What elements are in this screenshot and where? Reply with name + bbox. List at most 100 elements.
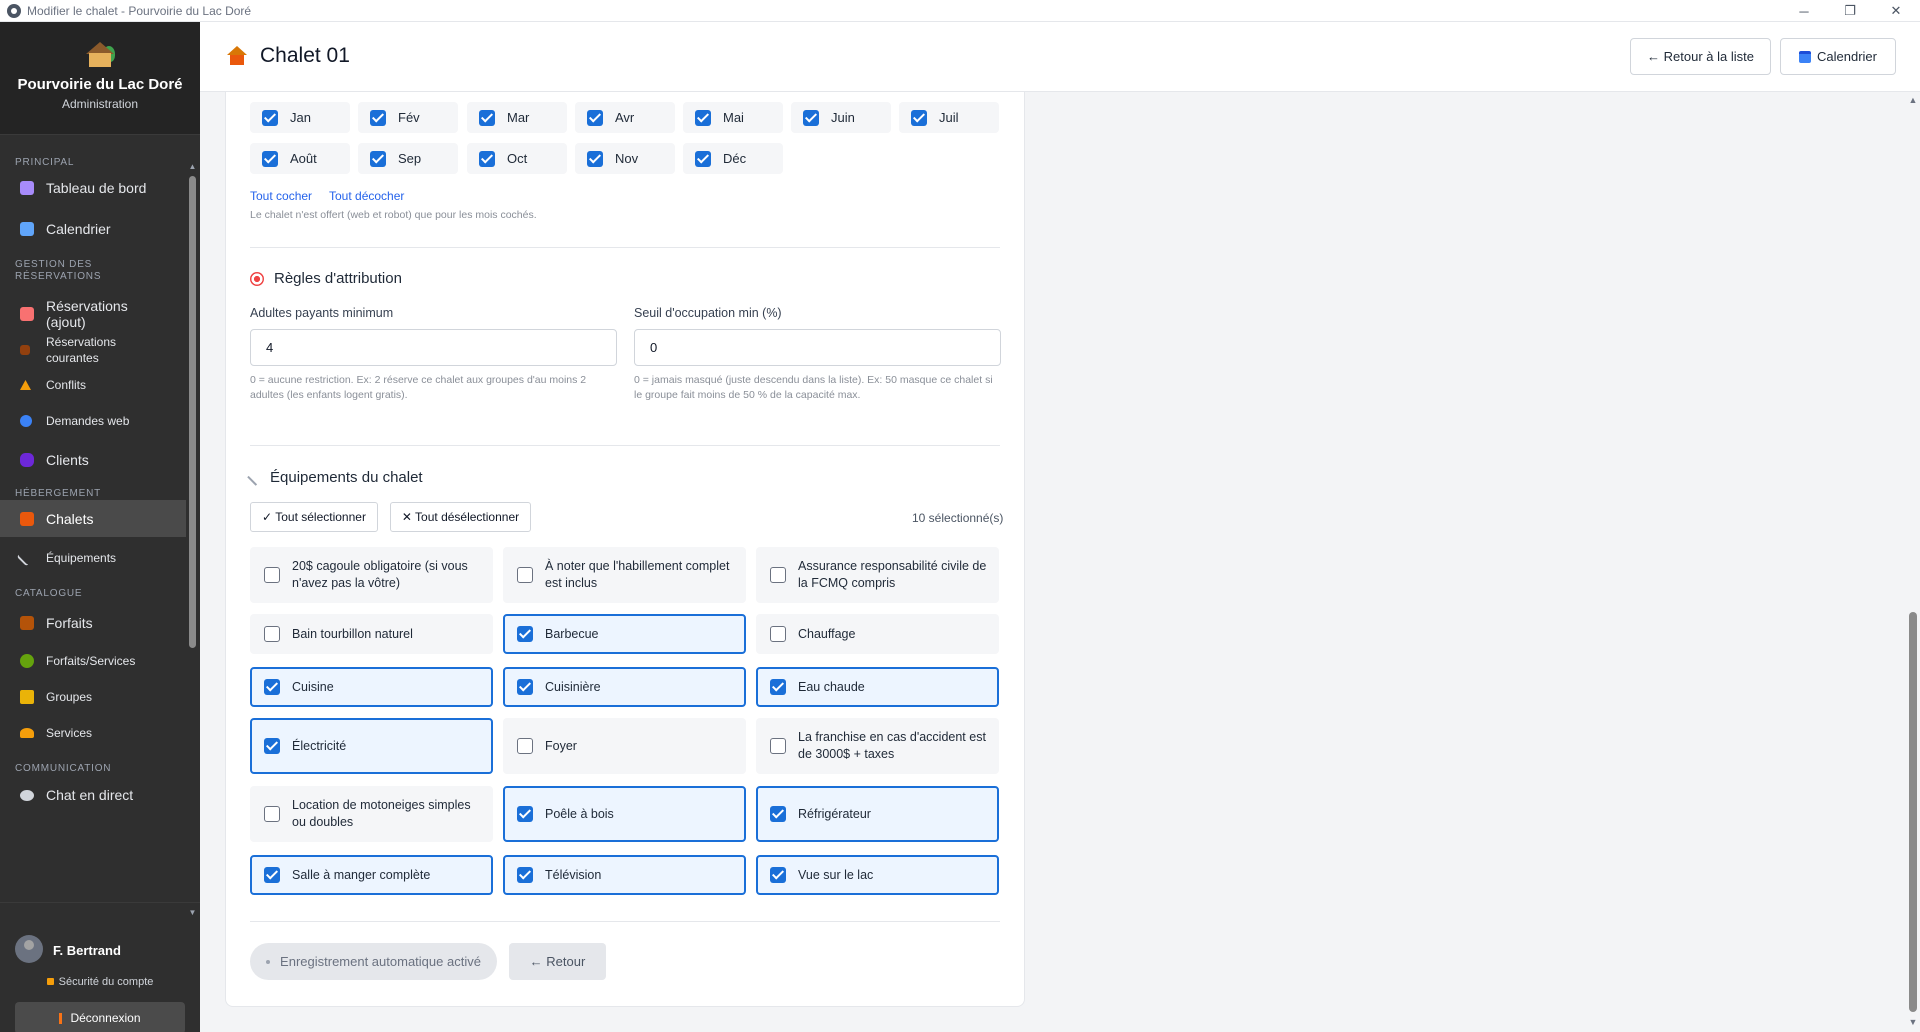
sidebar-item-packages-services[interactable]: Forfaits/Services: [0, 646, 186, 676]
month-checkbox-may[interactable]: Mai: [683, 102, 783, 133]
close-icon[interactable]: ✕: [1873, 0, 1919, 22]
checkbox-checked[interactable]: [262, 109, 278, 126]
equipment-option[interactable]: Électricité: [250, 718, 493, 774]
back-button[interactable]: ← Retour: [509, 943, 606, 980]
sidebar-item-packages[interactable]: Forfaits: [0, 608, 186, 638]
month-checkbox-aug[interactable]: Août: [250, 143, 350, 174]
deselect-all-button[interactable]: ✕ Tout désélectionner: [390, 502, 531, 532]
month-checkbox-jun[interactable]: Juin: [791, 102, 891, 133]
sidebar-item-web-requests[interactable]: Demandes web: [0, 406, 186, 436]
sidebar-scroll-thumb[interactable]: [189, 176, 196, 648]
checkbox-checked[interactable]: [695, 150, 711, 167]
checkbox-unchecked[interactable]: [517, 738, 533, 754]
checkbox-unchecked[interactable]: [264, 806, 280, 822]
main-scroll-thumb[interactable]: [1909, 612, 1917, 1012]
scroll-down-icon[interactable]: ▼: [1906, 1017, 1920, 1027]
checkbox-unchecked[interactable]: [264, 626, 280, 642]
checkbox-checked[interactable]: [370, 109, 386, 126]
sidebar-item-clients[interactable]: Clients: [0, 445, 186, 475]
equipment-option[interactable]: Location de motoneiges simples ou double…: [250, 786, 493, 842]
equipment-option[interactable]: 20$ cagoule obligatoire (si vous n'avez …: [250, 547, 493, 603]
month-checkbox-sep[interactable]: Sep: [358, 143, 458, 174]
checkbox-checked[interactable]: [517, 626, 533, 642]
check-all-link[interactable]: Tout cocher: [250, 189, 312, 203]
sidebar-item-reservations-current[interactable]: Réservations courantes: [0, 331, 186, 369]
month-checkbox-jul[interactable]: Juil: [899, 102, 999, 133]
checkbox-checked[interactable]: [695, 109, 711, 126]
checkbox-checked[interactable]: [517, 867, 533, 883]
checkbox-checked[interactable]: [770, 806, 786, 822]
sidebar-item-groups[interactable]: Groupes: [0, 682, 186, 712]
sidebar-item-equipment[interactable]: Équipements: [0, 543, 186, 573]
checkbox-unchecked[interactable]: [770, 626, 786, 642]
checkbox-checked[interactable]: [264, 867, 280, 883]
equipment-option[interactable]: À noter que l'habillement complet est in…: [503, 547, 746, 603]
checkbox-checked[interactable]: [587, 109, 603, 126]
checkbox-checked[interactable]: [803, 109, 819, 126]
sidebar-item-reservations-add[interactable]: Réservations (ajout): [0, 298, 186, 330]
checkbox-unchecked[interactable]: [770, 567, 786, 583]
equipment-option[interactable]: Cuisine: [250, 667, 493, 707]
equipment-option[interactable]: Salle à manger complète: [250, 855, 493, 895]
equipment-label: À noter que l'habillement complet est in…: [545, 559, 730, 590]
sidebar-item-live-chat[interactable]: Chat en direct: [0, 780, 186, 810]
checkbox-checked[interactable]: [370, 150, 386, 167]
sidebar-item-calendar[interactable]: Calendrier: [0, 214, 186, 244]
checkbox-checked[interactable]: [264, 738, 280, 754]
equipment-option[interactable]: Foyer: [503, 718, 746, 774]
equipment-option[interactable]: La franchise en cas d'accident est de 30…: [756, 718, 999, 774]
min-adults-input[interactable]: 4: [250, 329, 617, 366]
sidebar-item-conflicts[interactable]: Conflits: [0, 370, 186, 400]
equipment-option[interactable]: Barbecue: [503, 614, 746, 654]
account-security-link[interactable]: Sécurité du compte: [0, 976, 200, 988]
month-checkbox-nov[interactable]: Nov: [575, 143, 675, 174]
avatar[interactable]: [15, 935, 43, 963]
checkbox-checked[interactable]: [770, 867, 786, 883]
equipment-option[interactable]: Assurance responsabilité civile de la FC…: [756, 547, 999, 603]
select-all-button[interactable]: ✓ Tout sélectionner: [250, 502, 378, 532]
month-checkbox-dec[interactable]: Déc: [683, 143, 783, 174]
main-scrollbar[interactable]: ▲ ▼: [1906, 92, 1920, 1032]
checkbox-unchecked[interactable]: [770, 738, 786, 754]
back-to-list-button[interactable]: ← Retour à la liste: [1630, 38, 1771, 75]
sidebar-scrollbar[interactable]: ▲ ▼: [188, 162, 197, 920]
checkbox-checked[interactable]: [479, 109, 495, 126]
month-checkbox-apr[interactable]: Avr: [575, 102, 675, 133]
equipment-option[interactable]: Vue sur le lac: [756, 855, 999, 895]
equipment-option[interactable]: Poêle à bois: [503, 786, 746, 842]
sidebar-item-services[interactable]: Services: [0, 718, 186, 748]
sidebar: Pourvoirie du Lac Doré Administration PR…: [0, 22, 200, 1032]
equipment-option[interactable]: Télévision: [503, 855, 746, 895]
equipment-option[interactable]: Chauffage: [756, 614, 999, 654]
sidebar-item-chalets[interactable]: Chalets: [0, 500, 186, 537]
uncheck-all-link[interactable]: Tout décocher: [329, 189, 404, 203]
checkbox-unchecked[interactable]: [264, 567, 280, 583]
restore-icon[interactable]: ❐: [1827, 0, 1873, 22]
minimize-icon[interactable]: ─: [1781, 0, 1827, 22]
scroll-up-icon[interactable]: ▲: [1906, 95, 1920, 105]
autosave-status-button[interactable]: Enregistrement automatique activé: [250, 943, 497, 980]
checkbox-unchecked[interactable]: [517, 567, 533, 583]
month-checkbox-oct[interactable]: Oct: [467, 143, 567, 174]
equipment-option[interactable]: Bain tourbillon naturel: [250, 614, 493, 654]
checkbox-checked[interactable]: [587, 150, 603, 167]
chart-icon: [20, 181, 34, 195]
scroll-up-icon[interactable]: ▲: [188, 162, 197, 171]
checkbox-checked[interactable]: [770, 679, 786, 695]
checkbox-checked[interactable]: [911, 109, 927, 126]
equipment-option[interactable]: Cuisinière: [503, 667, 746, 707]
occupancy-input[interactable]: 0: [634, 329, 1001, 366]
sidebar-item-dashboard[interactable]: Tableau de bord: [0, 173, 186, 203]
checkbox-checked[interactable]: [262, 150, 278, 167]
calendar-button[interactable]: Calendrier: [1780, 38, 1896, 75]
equipment-option[interactable]: Eau chaude: [756, 667, 999, 707]
month-checkbox-jan[interactable]: Jan: [250, 102, 350, 133]
checkbox-checked[interactable]: [264, 679, 280, 695]
checkbox-checked[interactable]: [517, 679, 533, 695]
month-checkbox-feb[interactable]: Fév: [358, 102, 458, 133]
equipment-option[interactable]: Réfrigérateur: [756, 786, 999, 842]
checkbox-checked[interactable]: [517, 806, 533, 822]
month-checkbox-mar[interactable]: Mar: [467, 102, 567, 133]
logout-button[interactable]: Déconnexion: [15, 1002, 185, 1032]
checkbox-checked[interactable]: [479, 150, 495, 167]
